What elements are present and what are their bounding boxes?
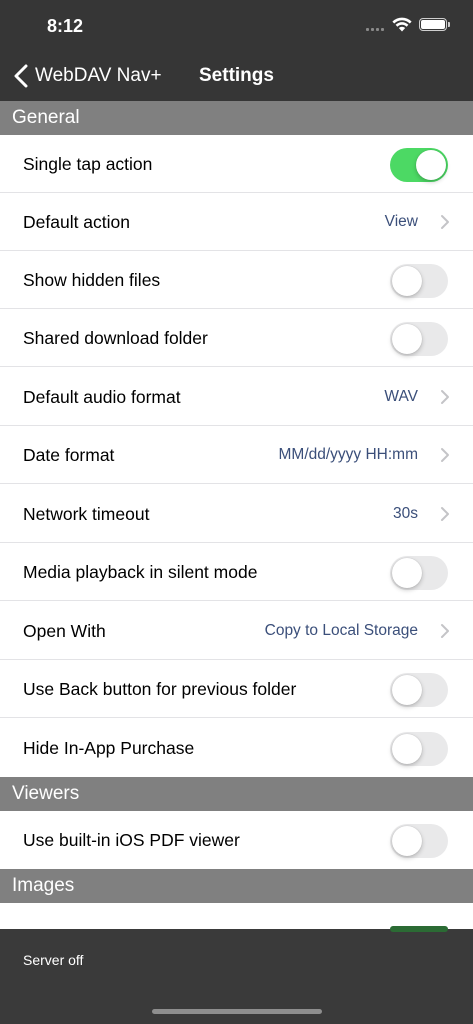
media-playback-silent-toggle[interactable] [390, 556, 448, 590]
row-default-audio-format[interactable]: Default audio format WAV [0, 368, 473, 426]
row-label: Single tap action [23, 153, 153, 174]
row-label: Date format [23, 444, 115, 465]
row-label: Open With [23, 620, 106, 641]
section-header-general: General [0, 101, 473, 135]
row-value: View [384, 213, 418, 230]
battery-icon [419, 18, 450, 31]
row-builtin-pdf-viewer: Use built-in iOS PDF viewer [0, 811, 473, 869]
row-label: Default action [23, 211, 131, 232]
row-label: Media playback in silent mode [23, 561, 258, 582]
server-status-label: Server off [23, 952, 84, 968]
row-value: MM/dd/yyyy HH:mm [278, 446, 419, 463]
builtin-pdf-viewer-toggle[interactable] [390, 824, 448, 858]
row-label: Network timeout [23, 503, 150, 524]
row-label: Show hidden files [23, 269, 161, 290]
row-show-hidden-files: Show hidden files [0, 251, 473, 309]
row-value: Copy to Local Storage [264, 622, 418, 639]
row-label: Default audio format [23, 386, 181, 407]
disclosure-chevron-icon [441, 215, 449, 229]
row-label: Hide In-App Purchase [23, 737, 195, 758]
back-button-previous-folder-toggle[interactable] [390, 673, 448, 707]
row-shared-download-folder: Shared download folder [0, 309, 473, 367]
disclosure-chevron-icon [441, 448, 449, 462]
shared-download-folder-toggle[interactable] [390, 322, 448, 356]
show-hidden-files-toggle[interactable] [390, 264, 448, 298]
back-button[interactable]: WebDAV Nav+ [12, 62, 162, 90]
disclosure-chevron-icon [441, 507, 449, 521]
hide-in-app-purchase-toggle[interactable] [390, 732, 448, 766]
row-label: Shared download folder [23, 327, 208, 348]
back-chevron-icon [14, 64, 28, 88]
page-title: Settings [199, 65, 274, 86]
single-tap-action-toggle[interactable] [390, 148, 448, 182]
row-value: WAV [384, 388, 418, 405]
row-media-playback-silent: Media playback in silent mode [0, 543, 473, 601]
row-label: Use Back button for previous folder [23, 678, 297, 699]
row-label: Use built-in iOS PDF viewer [23, 829, 240, 850]
row-open-with[interactable]: Open With Copy to Local Storage [0, 602, 473, 660]
row-network-timeout[interactable]: Network timeout 30s [0, 485, 473, 543]
row-date-format[interactable]: Date format MM/dd/yyyy HH:mm [0, 426, 473, 484]
row-value: 30s [393, 505, 418, 522]
row-hide-in-app-purchase: Hide In-App Purchase [0, 719, 473, 777]
row-default-action[interactable]: Default action View [0, 193, 473, 251]
disclosure-chevron-icon [441, 390, 449, 404]
back-button-label: WebDAV Nav+ [35, 65, 162, 86]
partially-hidden-toggle [390, 926, 448, 932]
wifi-icon [392, 17, 412, 32]
status-time: 8:12 [47, 16, 84, 36]
section-header-images: Images [0, 869, 473, 903]
row-back-button-previous-folder: Use Back button for previous folder [0, 660, 473, 718]
cellular-signal-icon [366, 28, 386, 32]
bottom-status-bar: Server off [0, 926, 473, 1024]
disclosure-chevron-icon [441, 624, 449, 638]
home-indicator [152, 1009, 322, 1014]
section-header-viewers: Viewers [0, 777, 473, 811]
row-single-tap-action: Single tap action [0, 135, 473, 193]
status-bar: 8:12 [0, 0, 473, 52]
navigation-bar: WebDAV Nav+ Settings [0, 52, 473, 101]
